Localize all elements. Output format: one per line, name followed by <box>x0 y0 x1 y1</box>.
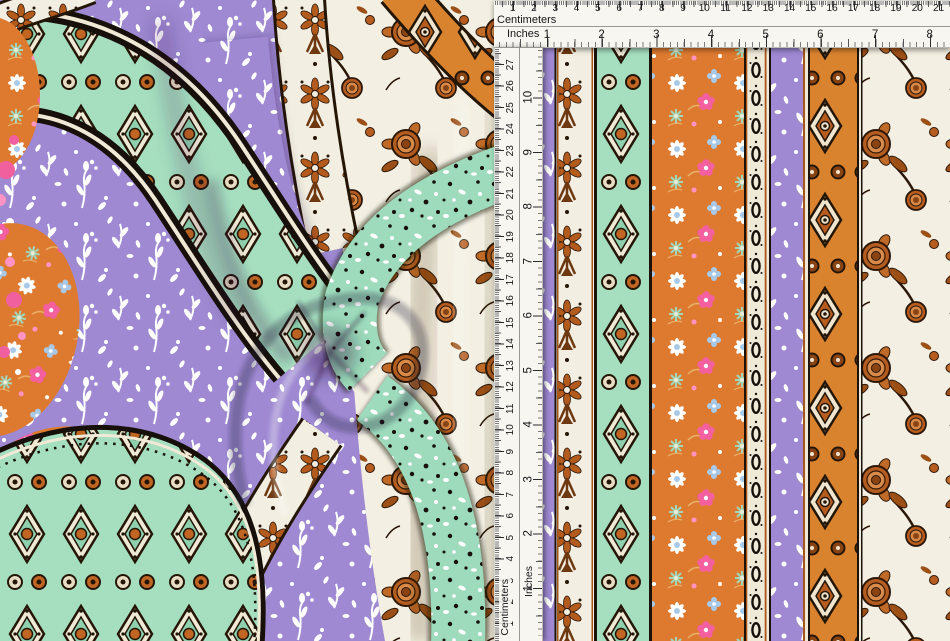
stripe-cream-flower-stack <box>557 40 594 641</box>
stripe-cream-roses <box>863 40 950 641</box>
ruler-divider-line <box>494 26 950 27</box>
cm-number: 4 <box>566 3 587 14</box>
cm-number: 8 <box>651 3 672 14</box>
cm-number: 19 <box>885 3 906 14</box>
inch-number: 2 <box>501 526 556 541</box>
stripe-orange-ditsy-floral <box>652 40 744 641</box>
scrunched-fabric-swirl <box>0 0 575 641</box>
cm-number: 3 <box>545 3 566 14</box>
vertical-ruler: 1234567891011121314151617181920212223242… <box>494 48 543 641</box>
inch-number: 5 <box>501 362 556 377</box>
cm-number: 11 <box>715 3 736 14</box>
cm-number: 14 <box>779 3 800 14</box>
inch-tick-marks-vertical <box>532 48 542 641</box>
centimeters-label: Centimeters <box>497 14 556 26</box>
cm-number: 15 <box>800 3 821 14</box>
flat-fabric-panel <box>543 40 950 641</box>
cm-number: 10 <box>694 3 715 14</box>
cm-number: 5 <box>587 3 608 14</box>
cm-number: 16 <box>821 3 842 14</box>
cm-number: 20 <box>907 3 928 14</box>
stripe-lavender-floral <box>771 40 803 641</box>
inch-number: 6 <box>501 308 556 323</box>
fabric-photo-svg <box>0 0 950 641</box>
cm-number-column: 1234567891011121314151617181920212223242… <box>503 53 518 634</box>
horizontal-ruler: 123456789101112131415161718192021 Centim… <box>494 0 950 48</box>
inch-number: 10 <box>501 90 556 105</box>
inch-number: 3 <box>501 471 556 486</box>
stripe-chain-border <box>746 40 769 641</box>
stripe-lavender-sliver <box>543 40 555 641</box>
inch-tick-marks-horizontal <box>494 35 950 47</box>
cm-number: 6 <box>608 3 629 14</box>
cm-number: 12 <box>736 3 757 14</box>
cm-number: 13 <box>758 3 779 14</box>
stripe-mint-medallion <box>597 40 649 641</box>
stripe-orange-medallion <box>810 40 857 641</box>
cm-number: 17 <box>843 3 864 14</box>
ruler-divider-line-vertical <box>519 48 520 641</box>
cm-number: 9 <box>672 3 693 14</box>
cm-number: 2 <box>523 3 544 14</box>
cm-number-row: 123456789101112131415161718192021 <box>502 3 950 14</box>
inch-number: 9 <box>501 144 556 159</box>
inch-number: 1 <box>501 580 556 595</box>
inch-number: 8 <box>501 199 556 214</box>
fabric-product-photo: 123456789101112131415161718192021 Centim… <box>0 0 950 641</box>
inch-number: 4 <box>501 417 556 432</box>
inch-number: 7 <box>501 253 556 268</box>
cm-number: 21 <box>928 3 949 14</box>
cm-number: 1 <box>502 3 523 14</box>
cm-number: 18 <box>864 3 885 14</box>
cm-number: 7 <box>630 3 651 14</box>
